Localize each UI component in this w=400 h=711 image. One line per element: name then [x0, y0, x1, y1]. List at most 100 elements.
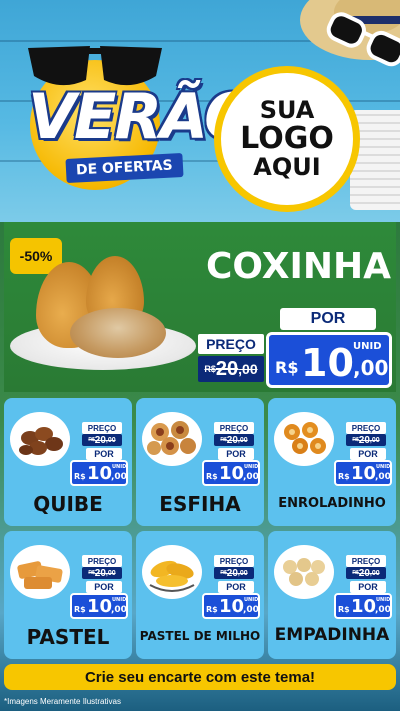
new-price-unit: UNID: [112, 597, 127, 603]
old-price: R$ 20,00: [214, 567, 254, 579]
new-price-decimal: ,00: [111, 605, 127, 615]
product-name: QUIBE: [33, 492, 103, 516]
preco-label: PREÇO: [346, 422, 386, 434]
por-label: POR: [280, 308, 376, 330]
product-name: PASTEL DE MILHO: [139, 629, 261, 643]
product-name: EMPADINHA: [274, 625, 390, 645]
por-label: POR: [218, 581, 254, 593]
old-price-decimal: ,00: [105, 569, 116, 577]
esfiha-image: [142, 412, 202, 466]
product-card-empadinha: PREÇO R$ 20,00 POR R$ 10 UNID ,00 EMPADIN…: [268, 531, 396, 659]
logo-line: LOGO: [240, 121, 334, 157]
old-price: R$ 20,00: [214, 434, 254, 446]
por-label: POR: [350, 448, 386, 460]
new-price: R$ 10 UNID ,00: [70, 460, 128, 486]
por-label: POR: [86, 581, 122, 593]
old-price-decimal: ,00: [237, 569, 248, 577]
new-price-currency: R$: [74, 605, 86, 614]
new-price-decimal: ,00: [111, 472, 127, 482]
new-price-currency: R$: [338, 472, 350, 481]
disclaimer-text: *Imagens Meramente Ilustrativas: [4, 697, 121, 706]
por-label: POR: [86, 448, 122, 460]
product-card-pastel-de-milho: PREÇO R$ 20,00 POR R$ 10 UNID ,00 PASTEL …: [136, 531, 264, 659]
product-name: ENROLADINHO: [278, 496, 386, 511]
old-price-integer: 20: [358, 434, 370, 446]
empadinha-icon: [283, 558, 325, 586]
product-card-pastel: PREÇO R$ 20,00 POR R$ 10 UNID ,00 PASTEL: [4, 531, 132, 659]
new-price-unit: UNID: [244, 464, 259, 470]
old-price-integer: 20: [226, 567, 238, 579]
quibe-icon: [19, 427, 63, 455]
new-price-integer: 10: [351, 596, 377, 617]
old-price-decimal: ,00: [105, 436, 116, 444]
old-price-integer: 20: [358, 567, 370, 579]
new-price: R$ 10 UNID ,00: [334, 593, 392, 619]
new-price-currency: R$: [338, 605, 350, 614]
product-card-quibe: PREÇO R$ 20,00 POR R$ 10 UNID ,00 QUIBE: [4, 398, 132, 526]
white-sunglasses-icon: [326, 12, 400, 67]
preco-label: PREÇO: [82, 555, 122, 567]
logo-line: SUA: [259, 96, 315, 125]
new-price-decimal: ,00: [353, 356, 389, 380]
new-price-decimal: ,00: [375, 472, 391, 482]
new-price-decimal: ,00: [375, 605, 391, 615]
coxinha-filling-image: [70, 308, 166, 358]
old-price-currency: R$: [204, 364, 216, 374]
preco-label: PREÇO: [82, 422, 122, 434]
featured-product-name: COXINHA: [206, 246, 392, 287]
por-label: POR: [218, 448, 254, 460]
new-price: R$ 10 UNID ,00: [334, 460, 392, 486]
header-banner: VERÃO DE OFERTAS SUA LOGO AQUI: [0, 0, 400, 222]
campaign-subtitle: DE OFERTAS: [65, 152, 184, 184]
quibe-image: [10, 412, 70, 466]
pastel-de-milho-image: [142, 545, 202, 599]
new-price-currency: R$: [206, 472, 218, 481]
new-price-decimal: ,00: [243, 472, 259, 482]
old-price-integer: 20: [94, 567, 106, 579]
new-price: R$ 10 UNID ,00: [70, 593, 128, 619]
new-price-integer: 10: [219, 463, 245, 484]
new-price-currency: R$: [275, 358, 299, 377]
product-name: ESFIHA: [159, 492, 241, 516]
new-price-decimal: ,00: [243, 605, 259, 615]
preco-label: PREÇO: [346, 555, 386, 567]
new-price-integer: 10: [87, 596, 113, 617]
logo-placeholder: SUA LOGO AQUI: [214, 66, 360, 212]
preco-label: PREÇO: [214, 555, 254, 567]
pastel-image: [10, 545, 70, 599]
cta-button[interactable]: Crie seu encarte com este tema!: [4, 664, 396, 690]
old-price-decimal: ,00: [237, 436, 248, 444]
product-name: PASTEL: [26, 625, 110, 649]
old-price: R$ 20,00: [82, 567, 122, 579]
enroladinho-image: [274, 412, 334, 466]
old-price-decimal: ,00: [238, 361, 258, 377]
old-price-integer: 20: [94, 434, 106, 446]
new-price-currency: R$: [74, 472, 86, 481]
old-price: R$ 20,00: [346, 567, 386, 579]
enroladinho-icon: [284, 422, 326, 454]
logo-line: AQUI: [253, 152, 321, 181]
pastel-de-milho-icon: [149, 560, 195, 592]
old-price-integer: 20: [215, 357, 239, 380]
old-price-integer: 20: [226, 434, 238, 446]
old-price: R$ 20,00: [82, 434, 122, 446]
preco-label: PREÇO: [198, 334, 264, 354]
new-price: R$ 10 UNID ,00: [266, 332, 392, 388]
new-price: R$ 10 UNID ,00: [202, 593, 260, 619]
new-price-integer: 10: [351, 463, 377, 484]
product-card-esfiha: PREÇO R$ 20,00 POR R$ 10 UNID ,00 ESFIHA: [136, 398, 264, 526]
old-price-decimal: ,00: [369, 569, 380, 577]
new-price-unit: UNID: [376, 464, 391, 470]
new-price-currency: R$: [206, 605, 218, 614]
new-price: R$ 10 UNID ,00: [202, 460, 260, 486]
old-price-decimal: ,00: [369, 436, 380, 444]
empadinha-image: [274, 545, 334, 599]
new-price-integer: 10: [87, 463, 113, 484]
new-price-unit: UNID: [112, 464, 127, 470]
old-price: R$ 20,00: [346, 434, 386, 446]
pastel-icon: [17, 561, 63, 589]
new-price-unit: UNID: [353, 341, 382, 352]
preco-label: PREÇO: [214, 422, 254, 434]
new-price-integer: 10: [301, 341, 354, 385]
esfiha-icon: [147, 421, 196, 455]
